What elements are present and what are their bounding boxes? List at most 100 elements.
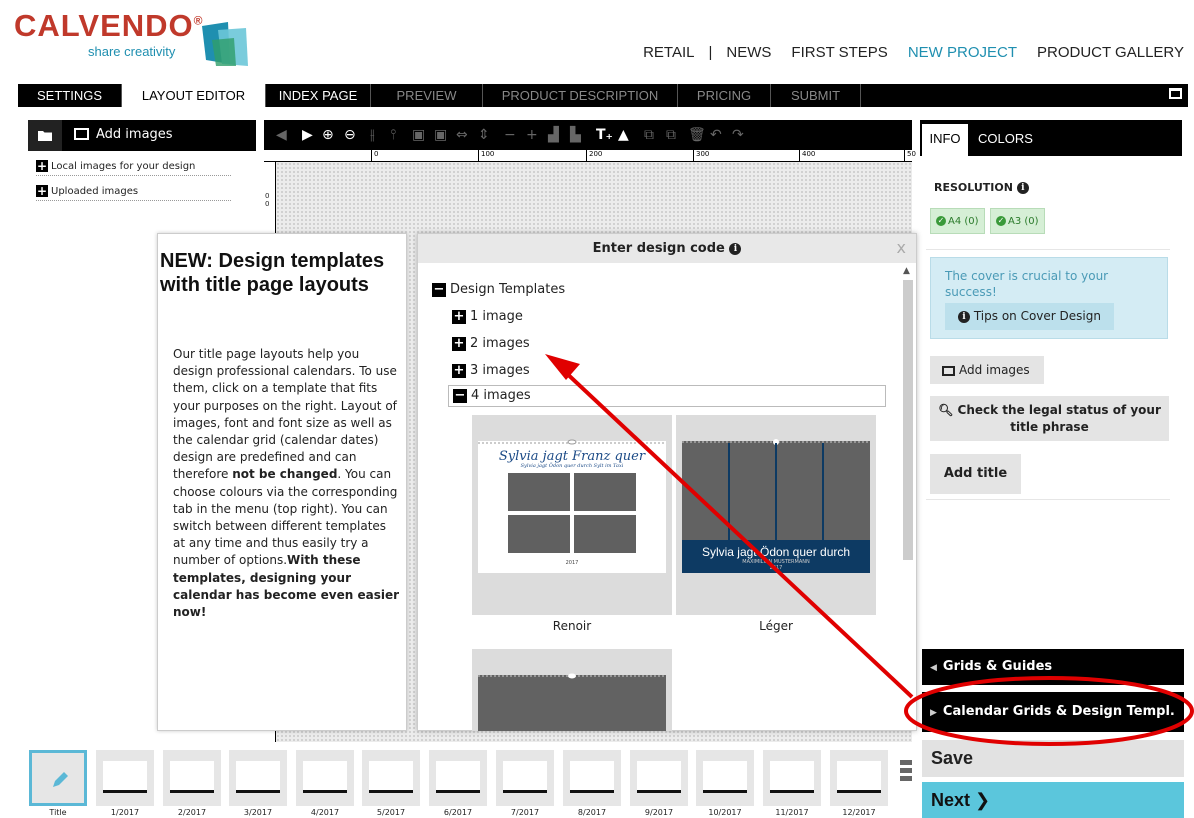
zoom-out-icon[interactable]: ⊖ — [344, 127, 356, 143]
align-horizontal-icon[interactable]: ⫯ — [390, 127, 396, 143]
tree-1-image[interactable]: +1 image — [452, 307, 523, 327]
thumbnail-page[interactable] — [696, 750, 754, 806]
expand-plus-icon[interactable]: + — [36, 185, 48, 197]
nav-retail[interactable]: RETAIL — [643, 44, 694, 61]
thumbnail-page[interactable] — [630, 750, 688, 806]
tree-design-templates[interactable]: − Design Templates — [432, 280, 565, 300]
align-vertical-icon[interactable]: ⫲ — [370, 127, 375, 143]
layer-back-icon[interactable]: ▙ — [570, 127, 581, 143]
save-button[interactable]: Save — [922, 740, 1184, 777]
resolution-a3-badge: ✓ A3 (0) — [990, 208, 1045, 234]
thumbnail-page[interactable] — [830, 750, 888, 806]
next-button[interactable]: Next ❯ — [922, 782, 1184, 818]
add-title-button[interactable]: Add title — [930, 454, 1021, 494]
check-icon: ✓ — [936, 216, 946, 226]
grids-guides-section[interactable]: ◀ Grids & Guides — [922, 649, 1184, 685]
tree-uploaded-images[interactable]: + Uploaded images — [36, 185, 231, 201]
stretch-horizontal-icon[interactable]: ⇔ — [456, 127, 468, 143]
tree-4-images[interactable]: −4 images — [448, 385, 886, 407]
shapes-icon[interactable]: ▲ — [618, 127, 629, 143]
nav-new-project[interactable]: NEW PROJECT — [908, 44, 1017, 61]
tab-submit[interactable]: SUBMIT — [771, 84, 861, 107]
calendar-grids-design-templates-section[interactable]: ▶ Calendar Grids & Design Templ. — [922, 692, 1184, 732]
folder-icon[interactable] — [28, 120, 62, 151]
add-images-button-label: Add images — [959, 363, 1030, 377]
template-renoir[interactable]: Sylvia jagt Franz quer Sylvia jagt Ödon … — [472, 415, 672, 615]
tab-pricing[interactable]: PRICING — [678, 84, 771, 107]
tree-3-images[interactable]: +3 images — [452, 361, 530, 381]
thumbnail-title[interactable] — [29, 750, 87, 806]
thumbnail-page[interactable] — [429, 750, 487, 806]
tab-info[interactable]: INFO — [922, 124, 968, 156]
add-icon[interactable]: + — [526, 127, 538, 143]
collapse-minus-icon[interactable]: − — [432, 282, 446, 297]
tab-colors[interactable]: COLORS — [978, 124, 1048, 156]
template-third[interactable] — [472, 649, 672, 731]
thumbnail-label: 4/2017 — [310, 808, 340, 817]
scroll-up-icon[interactable]: ▲ — [903, 266, 910, 276]
maximize-icon[interactable] — [1169, 88, 1182, 99]
tab-layout-editor[interactable]: LAYOUT EDITOR — [122, 84, 266, 107]
stretch-vertical-icon[interactable]: ⇕ — [478, 127, 490, 143]
tree-2-images[interactable]: +2 images — [452, 334, 530, 354]
logo-mark-icon — [202, 22, 248, 66]
expand-plus-icon[interactable]: + — [452, 363, 466, 378]
nav-first-steps[interactable]: FIRST STEPS — [791, 44, 887, 61]
thumbnail-page[interactable] — [229, 750, 287, 806]
add-images-bar[interactable]: Add images — [28, 120, 256, 151]
design-code-dialog: Enter design code i x − Design Templates … — [417, 233, 917, 731]
caret-right-icon: ▶ — [930, 708, 937, 718]
tab-index-page[interactable]: INDEX PAGE — [266, 84, 371, 107]
thumbnail-page[interactable] — [163, 750, 221, 806]
template-leger-heading: Sylvia jagt Ödon quer durch — [701, 545, 851, 559]
thumbnail-label: 9/2017 — [644, 808, 674, 817]
scrollbar-thumb[interactable] — [903, 280, 913, 560]
remove-icon[interactable]: − — [504, 127, 516, 143]
fit-width-icon[interactable]: ▣ — [434, 127, 447, 143]
tree-local-images[interactable]: + Local images for your design — [36, 160, 231, 176]
check-legal-status-button[interactable]: 🔍︎ Check the legal status of your title … — [930, 396, 1169, 441]
layer-front-icon[interactable]: ▟ — [548, 127, 559, 143]
undo-icon[interactable]: ↶ — [710, 127, 722, 143]
calvendo-logo[interactable]: CALVENDO® share creativity — [14, 8, 254, 66]
tips-cover-design-button[interactable]: i Tips on Cover Design — [945, 303, 1114, 330]
add-images-button[interactable]: Add images — [930, 356, 1044, 384]
zoom-in-icon[interactable]: ⊕ — [322, 127, 334, 143]
template-leger[interactable]: Sylvia jagt Ödon quer durch MAXIMILIAN M… — [676, 415, 876, 615]
thumbnail-label: 2/2017 — [177, 808, 207, 817]
paste-icon[interactable]: ⧉ — [666, 127, 676, 143]
info-icon[interactable]: i — [1016, 182, 1029, 194]
next-page-icon[interactable]: ▶ — [302, 127, 313, 143]
thumbnail-page[interactable] — [496, 750, 554, 806]
strip-scroll-handle[interactable] — [900, 760, 912, 790]
expand-plus-icon[interactable]: + — [36, 160, 48, 172]
thumbnail-page[interactable] — [96, 750, 154, 806]
tree-root-label: Design Templates — [450, 282, 566, 297]
expand-plus-icon[interactable]: + — [452, 336, 466, 351]
thumbnail-label: 1/2017 — [110, 808, 140, 817]
thumbnail-page[interactable] — [563, 750, 621, 806]
tab-product-description[interactable]: PRODUCT DESCRIPTION — [483, 84, 678, 107]
dialog-scrollbar[interactable]: ▲ — [902, 266, 914, 726]
thumbnail-label: 12/2017 — [842, 808, 876, 817]
tab-preview[interactable]: PREVIEW — [371, 84, 483, 107]
close-icon[interactable]: x — [897, 238, 906, 257]
tree-item-label: 1 image — [470, 309, 523, 324]
tab-settings[interactable]: SETTINGS — [18, 84, 122, 107]
thumbnail-page[interactable] — [296, 750, 354, 806]
prev-page-icon[interactable]: ◀ — [276, 127, 287, 143]
collapse-minus-icon[interactable]: − — [453, 388, 467, 403]
thumbnail-page[interactable] — [763, 750, 821, 806]
redo-icon[interactable]: ↷ — [732, 127, 744, 143]
nav-news[interactable]: NEWS — [726, 44, 771, 61]
fit-page-icon[interactable]: ▣ — [412, 127, 425, 143]
nav-product-gallery[interactable]: PRODUCT GALLERY — [1037, 44, 1184, 61]
expand-plus-icon[interactable]: + — [452, 309, 466, 324]
thumbnail-page[interactable] — [362, 750, 420, 806]
check-legal-status-label: Check the legal status of your title phr… — [957, 403, 1161, 434]
dialog-title: Enter design code — [592, 241, 725, 256]
trash-icon[interactable]: 🗑 — [688, 127, 706, 143]
add-text-icon[interactable]: T₊ — [596, 127, 613, 143]
copy-icon[interactable]: ⧉ — [644, 127, 654, 143]
info-icon[interactable]: i — [729, 242, 742, 255]
